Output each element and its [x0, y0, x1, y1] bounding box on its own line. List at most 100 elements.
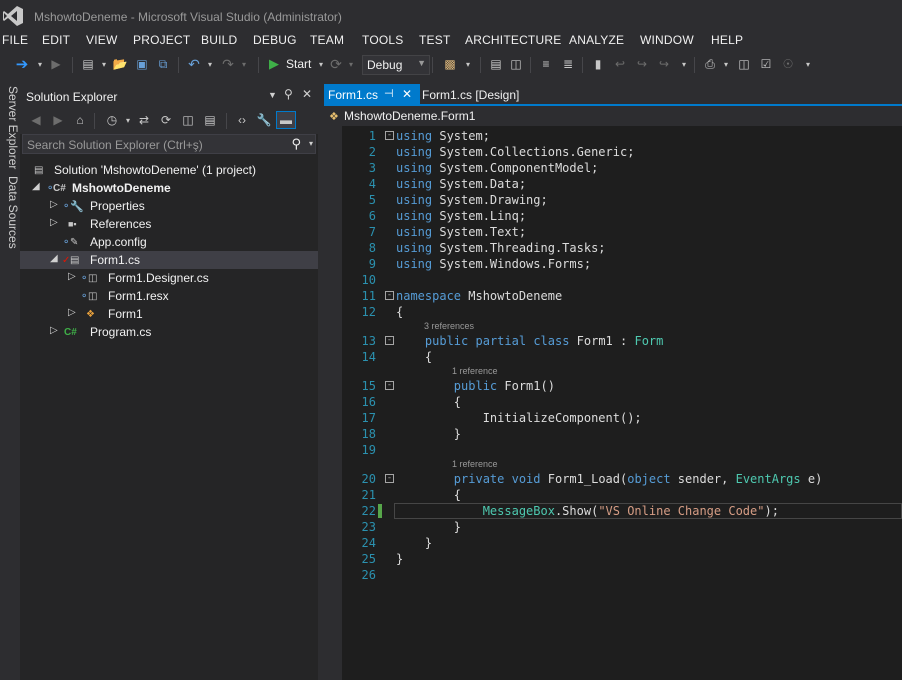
code-line[interactable]: 17 InitializeComponent(); — [324, 410, 902, 426]
close-icon[interactable]: ✕ — [302, 87, 312, 101]
tree-item-solution[interactable]: ▤ Solution 'MshowtoDeneme' (1 project) — [20, 161, 318, 179]
find-in-files-icon[interactable]: ▩ — [442, 56, 458, 72]
code-line[interactable]: 2 using System.Collections.Generic; — [324, 144, 902, 160]
window-position-dropdown-icon[interactable]: ▼ — [268, 90, 277, 100]
save-icon[interactable]: ▣ — [134, 56, 150, 72]
refresh-icon[interactable]: ⟳ — [328, 56, 344, 72]
code-line[interactable]: 20- private void Form1_Load(object sende… — [324, 471, 902, 487]
search-options-dropdown-icon[interactable]: ▾ — [309, 139, 313, 148]
menu-file[interactable]: FILE — [2, 33, 28, 47]
close-tab-icon[interactable]: ✕ — [402, 87, 412, 101]
type-navigation-dropdown[interactable]: MshowtoDeneme.Form1 — [344, 109, 475, 123]
collapsed-arrow-icon[interactable]: ▷ — [68, 307, 76, 318]
collapse-region-icon[interactable]: - — [385, 336, 394, 345]
code-line[interactable]: 22 MessageBox.Show("VS Online Change Cod… — [324, 503, 902, 519]
solution-configuration-dropdown[interactable]: Debug ▼ — [362, 55, 430, 75]
tree-item-app-config[interactable]: ⚬ ✎ App.config — [20, 233, 318, 251]
tab-form1-cs[interactable]: Form1.cs ⊣ ✕ — [324, 84, 420, 104]
code-line[interactable]: 25} — [324, 551, 902, 567]
menu-test[interactable]: TEST — [419, 33, 450, 47]
menu-project[interactable]: PROJECT — [133, 33, 190, 47]
bookmarks-dropdown-icon[interactable]: ▾ — [676, 56, 692, 72]
code-line[interactable]: 6 using System.Linq; — [324, 208, 902, 224]
menu-window[interactable]: WINDOW — [640, 33, 694, 47]
team-icon[interactable]: ☉ — [780, 56, 796, 72]
menu-team[interactable]: TEAM — [310, 33, 344, 47]
solution-navigator-icon[interactable]: ▤ — [488, 56, 504, 72]
collapse-region-icon[interactable]: - — [385, 381, 394, 390]
refresh-dropdown-icon[interactable]: ▾ — [343, 56, 359, 72]
code-line[interactable]: 1- using System; — [324, 128, 902, 144]
new-project-icon[interactable]: ▤ — [80, 56, 96, 72]
expanded-arrow-icon[interactable]: ◢ — [50, 253, 58, 264]
back-dropdown-icon[interactable]: ▾ — [32, 56, 48, 72]
code-line[interactable]: 7 using System.Text; — [324, 224, 902, 240]
navigation-bar[interactable]: ❖ MshowtoDeneme.Form1 — [324, 106, 902, 126]
solution-search-input[interactable]: Search Solution Explorer (Ctrl+ş) ⚲ ▾ — [22, 134, 316, 154]
collapsed-arrow-icon[interactable]: ▷ — [50, 199, 58, 210]
collapse-all-icon[interactable]: ◫ — [180, 112, 196, 128]
redo-dropdown-icon[interactable]: ▾ — [236, 56, 252, 72]
back-icon[interactable]: ◀ — [28, 112, 44, 128]
start-debugging-button[interactable]: Start — [286, 57, 311, 71]
code-line[interactable]: 21 { — [324, 487, 902, 503]
tree-item-form1-resx[interactable]: ⚬ ◫ Form1.resx — [20, 287, 318, 305]
code-line[interactable]: 9 using System.Windows.Forms; — [324, 256, 902, 272]
preview-selected-items-icon[interactable]: ▬ — [276, 111, 296, 129]
filter-dropdown-icon[interactable]: ▾ — [120, 112, 136, 128]
code-line[interactable]: 23 } — [324, 519, 902, 535]
code-line[interactable]: 13- public partial class Form1 : Form — [324, 333, 902, 349]
code-line[interactable]: 4 using System.Data; — [324, 176, 902, 192]
tree-item-references[interactable]: ▷ ■▪ References — [20, 215, 318, 233]
code-line[interactable]: 11- namespace MshowtoDeneme — [324, 288, 902, 304]
collapsed-arrow-icon[interactable]: ▷ — [68, 271, 76, 282]
refresh-icon[interactable]: ⟳ — [158, 112, 174, 128]
menu-debug[interactable]: DEBUG — [253, 33, 297, 47]
view-code-icon[interactable]: ‹› — [234, 112, 250, 128]
tree-item-program-cs[interactable]: ▷ C# Program.cs — [20, 323, 318, 341]
class-view-icon[interactable]: ◫ — [508, 56, 524, 72]
next-bookmark-folder-icon[interactable]: ↪ — [656, 56, 672, 72]
code-line[interactable]: 16 { — [324, 394, 902, 410]
menu-tools[interactable]: TOOLS — [362, 33, 403, 47]
code-lens-references[interactable]: 3 references — [424, 321, 474, 333]
paste-icon[interactable]: ⎙ — [702, 56, 718, 72]
tree-item-form1-designer[interactable]: ▷ ⚬ ◫ Form1.Designer.cs — [20, 269, 318, 287]
tree-item-form1-class[interactable]: ▷ ❖ Form1 — [20, 305, 318, 323]
pin-icon[interactable]: ⚲ — [284, 87, 293, 101]
undo-icon[interactable]: ↶ — [186, 56, 202, 72]
menu-analyze[interactable]: ANALYZE — [569, 33, 624, 47]
show-all-files-icon[interactable]: ▤ — [202, 112, 218, 128]
code-line[interactable]: 8 using System.Threading.Tasks; — [324, 240, 902, 256]
menu-view[interactable]: VIEW — [86, 33, 117, 47]
comment-lines-icon[interactable]: ≡ — [538, 56, 554, 72]
start-play-icon[interactable]: ▶ — [266, 56, 282, 72]
code-line[interactable]: 5 using System.Drawing; — [324, 192, 902, 208]
code-line[interactable]: 26 — [324, 567, 902, 583]
search-icon[interactable]: ⚲ — [291, 136, 301, 152]
menu-help[interactable]: HELP — [711, 33, 743, 47]
code-line[interactable]: 10 — [324, 272, 902, 288]
collapsed-arrow-icon[interactable]: ▷ — [50, 217, 58, 228]
redo-icon[interactable]: ↷ — [220, 56, 236, 72]
code-editor[interactable]: 1- using System; 2 using System.Collections… — [324, 126, 902, 680]
code-line[interactable]: 3 using System.ComponentModel; — [324, 160, 902, 176]
pin-tab-icon[interactable]: ⊣ — [384, 87, 394, 100]
next-bookmark-icon[interactable]: ↪ — [634, 56, 650, 72]
collapse-region-icon[interactable]: - — [385, 291, 394, 300]
code-line[interactable]: 14 { — [324, 349, 902, 365]
data-sources-tab[interactable]: Data Sources — [0, 176, 20, 249]
menu-build[interactable]: BUILD — [201, 33, 237, 47]
toolbar-overflow-icon[interactable]: ▾ — [800, 56, 816, 72]
attach-icon[interactable]: ◫ — [736, 56, 752, 72]
paste-dropdown-icon[interactable]: ▾ — [718, 56, 734, 72]
expanded-arrow-icon[interactable]: ◢ — [32, 181, 40, 192]
server-explorer-tab[interactable]: Server Explorer — [0, 86, 20, 169]
menu-architecture[interactable]: ARCHITECTURE — [465, 33, 561, 47]
code-line[interactable]: 24 } — [324, 535, 902, 551]
sync-with-document-icon[interactable]: ⇄ — [136, 112, 152, 128]
save-all-icon[interactable]: ⧉ — [155, 56, 171, 72]
start-dropdown-icon[interactable]: ▾ — [313, 56, 329, 72]
find-dropdown-icon[interactable]: ▾ — [460, 56, 476, 72]
bookmark-icon[interactable]: ▮ — [590, 56, 606, 72]
